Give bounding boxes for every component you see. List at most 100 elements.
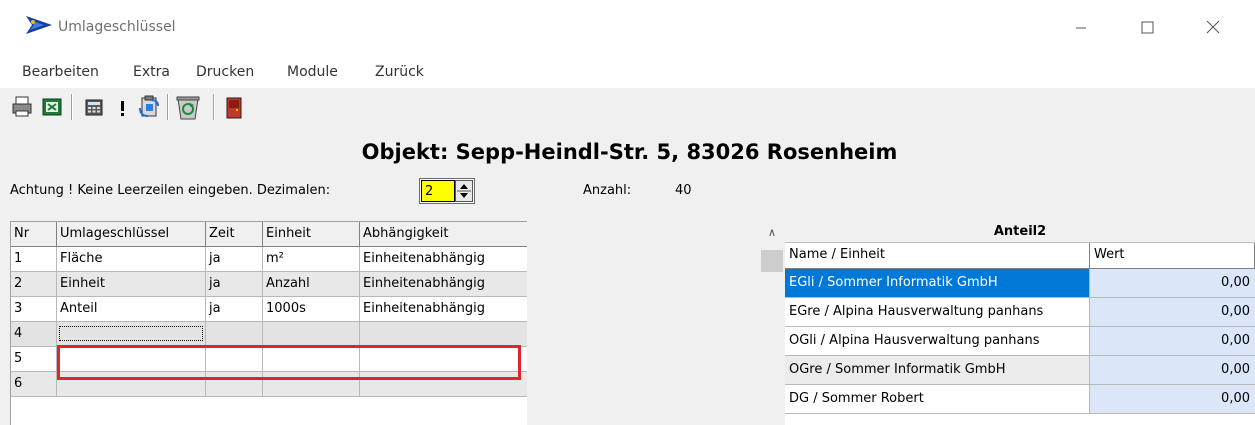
clipboard-swap-icon [139,95,159,117]
toolbar-separator [167,94,169,120]
grid-title: Anteil2 [785,222,1255,243]
cell-name[interactable]: EGre / Alpina Hausverwaltung panhans [785,298,1090,327]
cell-wert[interactable]: 0,00 [1090,269,1255,298]
cell-abhaengigkeit[interactable]: Einheitenabhängig [360,247,527,272]
column-header-abhaengigkeit[interactable]: Abhängigkeit [360,222,527,247]
swap-button[interactable] [136,94,160,120]
cell-einheit[interactable]: 1000s [263,297,360,322]
table-row[interactable]: 6 [11,372,527,397]
calculator-button[interactable] [82,94,106,120]
warning-button[interactable] [110,94,134,120]
hint-label: Achtung ! Keine Leerzeilen eingeben. Dez… [10,183,331,198]
decimals-value[interactable]: 2 [421,180,455,202]
print-button[interactable] [10,94,34,120]
table-row[interactable]: EGre / Alpina Hausverwaltung panhans 0,0… [785,298,1255,327]
cell-abhaengigkeit[interactable] [360,347,527,372]
cell-abhaengigkeit[interactable]: Einheitenabhängig [360,272,527,297]
cell-zeit[interactable]: ja [206,297,263,322]
cell-name[interactable]: OGre / Sommer Informatik GmbH [785,356,1090,385]
column-header-zeit[interactable]: Zeit [206,222,263,247]
cell-zeit[interactable] [206,322,263,347]
exclamation-icon [121,101,124,116]
menu-module[interactable]: Module [287,64,338,80]
menu-drucken[interactable]: Drucken [196,64,254,80]
table-row[interactable]: 3 Anteil ja 1000s Einheitenabhängig [11,297,527,322]
cell-abhaengigkeit[interactable] [360,372,527,397]
table-row-selected[interactable]: EGli / Sommer Informatik GmbH 0,00 [785,269,1255,298]
menu-bearbeiten[interactable]: Bearbeiten [22,64,99,80]
cell-name[interactable]: DG / Sommer Robert [785,385,1090,414]
excel-icon [42,98,62,116]
delete-button[interactable] [175,94,200,120]
table-row-selected[interactable]: 4 [11,322,527,347]
cell-umlageschluessel[interactable]: Anteil [57,297,206,322]
up-down-arrow-icon [457,184,471,198]
toolbar-separator [71,94,73,120]
cell-focus-rectangle [59,326,203,341]
scroll-up-button[interactable]: ∧ [760,222,784,244]
cell-zeit[interactable]: ja [206,247,263,272]
exit-button[interactable] [222,94,246,120]
cell-umlageschluessel[interactable] [57,372,206,397]
excel-export-button[interactable] [40,94,64,120]
row-number: 1 [11,247,57,272]
cell-umlageschluessel[interactable]: Fläche [57,247,206,272]
minimize-icon [1076,27,1086,29]
table-row[interactable]: OGli / Alpina Hausverwaltung panhans 0,0… [785,327,1255,356]
table-row[interactable]: OGre / Sommer Informatik GmbH 0,00 [785,356,1255,385]
column-header-nr[interactable]: Nr [11,222,57,247]
cell-wert[interactable]: 0,00 [1090,298,1255,327]
table-header-row: Name / Einheit Wert [785,243,1255,269]
cell-einheit[interactable]: Anzahl [263,272,360,297]
row-number: 3 [11,297,57,322]
scrollbar-thumb[interactable] [761,250,783,272]
table-row[interactable]: DG / Sommer Robert 0,00 [785,385,1255,414]
cell-einheit[interactable] [263,372,360,397]
column-header-umlageschluessel[interactable]: Umlageschlüssel [57,222,206,247]
column-header-wert[interactable]: Wert [1090,243,1255,269]
row-number: 6 [11,372,57,397]
cell-abhaengigkeit[interactable]: Einheitenabhängig [360,297,527,322]
vertical-scrollbar[interactable] [760,245,784,425]
window-title: Umlageschlüssel [58,19,176,35]
cell-einheit[interactable] [263,347,360,372]
cell-wert[interactable]: 0,00 [1090,385,1255,414]
cell-name[interactable]: OGli / Alpina Hausverwaltung panhans [785,327,1090,356]
decimals-stepper[interactable]: 2 [419,178,475,204]
table-header-row: Nr Umlageschlüssel Zeit Einheit Abhängig… [11,222,527,247]
cell-wert[interactable]: 0,00 [1090,327,1255,356]
menu-zurueck[interactable]: Zurück [375,64,424,80]
cell-wert[interactable]: 0,00 [1090,356,1255,385]
recycle-bin-icon [176,96,200,120]
maximize-icon [1141,21,1154,34]
umlageschluessel-grid[interactable]: Nr Umlageschlüssel Zeit Einheit Abhängig… [10,221,527,425]
column-header-name[interactable]: Name / Einheit [785,243,1090,269]
spin-buttons[interactable] [455,180,473,202]
anzahl-value: 40 [675,183,692,198]
toolbar-separator [213,94,215,120]
menu-bar: Bearbeiten Extra Drucken Module Zurück [0,56,1255,88]
cell-zeit[interactable] [206,372,263,397]
title-bar: Umlageschlüssel [0,0,1255,56]
maximize-button[interactable] [1124,10,1170,44]
minimize-button[interactable] [1058,10,1104,44]
cell-abhaengigkeit[interactable] [360,322,527,347]
column-header-einheit[interactable]: Einheit [263,222,360,247]
anzahl-label: Anzahl: [583,183,632,198]
cell-umlageschluessel[interactable] [57,347,206,372]
calculator-icon [85,99,103,116]
cell-umlageschluessel[interactable]: Einheit [57,272,206,297]
cell-einheit[interactable]: m² [263,247,360,272]
printer-icon [12,96,32,117]
close-button[interactable] [1190,10,1236,44]
anteil-grid[interactable]: Anteil2 Name / Einheit Wert EGli / Somme… [785,222,1255,425]
cell-zeit[interactable] [206,347,263,372]
cell-einheit[interactable] [263,322,360,347]
table-row[interactable]: 2 Einheit ja Anzahl Einheitenabhängig [11,272,527,297]
cell-zeit[interactable]: ja [206,272,263,297]
app-logo-icon [26,16,52,34]
cell-name[interactable]: EGli / Sommer Informatik GmbH [785,269,1090,298]
menu-extra[interactable]: Extra [133,64,170,80]
table-row[interactable]: 1 Fläche ja m² Einheitenabhängig [11,247,527,272]
table-row[interactable]: 5 [11,347,527,372]
